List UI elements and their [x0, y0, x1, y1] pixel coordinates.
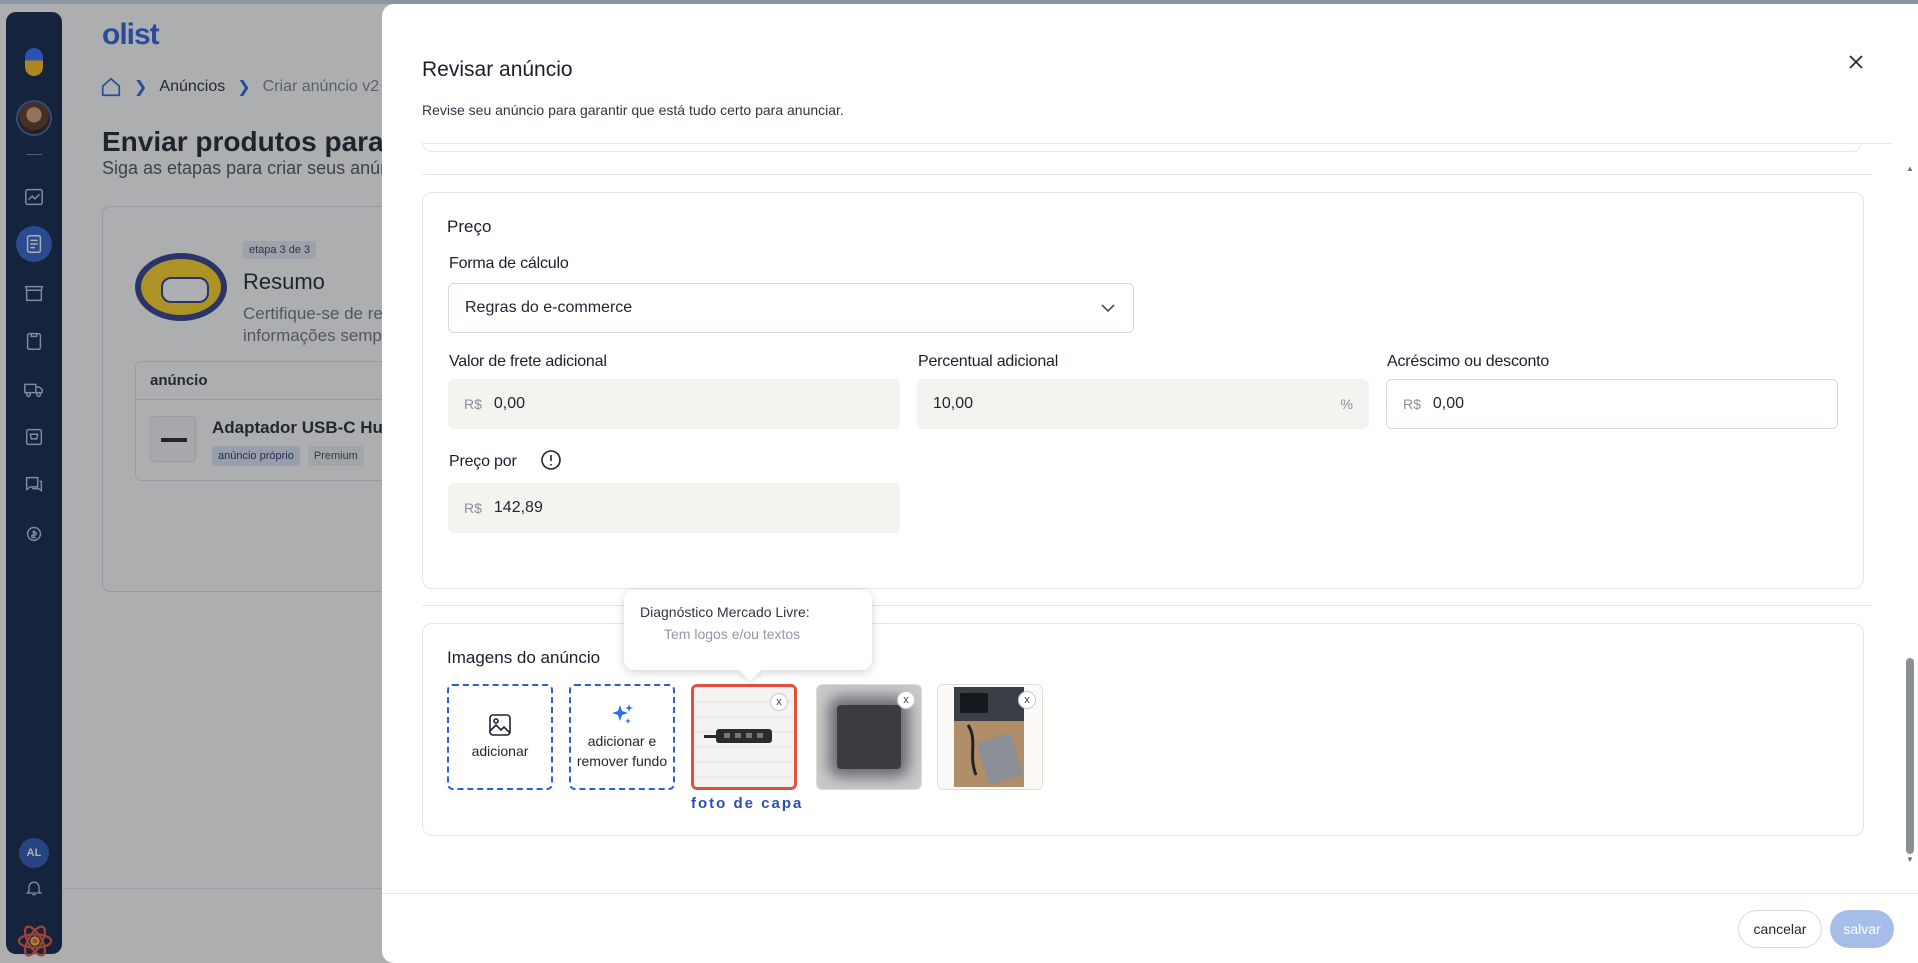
footer-divider [382, 893, 1918, 894]
percent-label: Percentual adicional [918, 353, 1059, 370]
calc-method-value: Regras do e-commerce [465, 299, 633, 316]
add-remove-background-button[interactable]: adicionar e remover fundo [569, 684, 675, 790]
review-listing-drawer: Revisar anúncio Revise seu anúncio para … [382, 4, 1918, 963]
percent-value: 10,00 [933, 395, 974, 412]
price-section: Preço Forma de cálculo Regras do e-comme… [422, 192, 1864, 589]
image-tile-2[interactable]: x [816, 684, 922, 790]
vertical-scrollbar[interactable]: ▲ ▼ [1905, 164, 1915, 864]
drawer-scroll-area[interactable]: Preço Forma de cálculo Regras do e-comme… [382, 144, 1918, 896]
freight-label: Valor de frete adicional [449, 353, 607, 370]
sparkles-icon [612, 704, 633, 724]
cover-photo-label: foto de capa [691, 795, 804, 812]
blurred-photo-object [837, 705, 901, 769]
add-remove-bg-line-1: adicionar e [587, 733, 657, 749]
scrollbar-thumb[interactable] [1906, 658, 1914, 854]
cancel-button[interactable]: cancelar [1738, 910, 1822, 948]
final-price-label: Preço por [449, 453, 517, 470]
freight-value: 0,00 [493, 395, 526, 412]
image-icon [489, 714, 511, 736]
info-icon[interactable] [540, 449, 562, 471]
tooltip-text: Tem logos e/ou textos [664, 626, 801, 642]
add-image-button[interactable]: adicionar [447, 684, 553, 790]
remove-image-button[interactable]: x [770, 693, 788, 711]
currency-prefix: R$ [1403, 396, 1421, 412]
remove-image-button[interactable]: x [897, 691, 915, 709]
ml-diagnostic-tooltip: Diagnóstico Mercado Livre: Tem logos e/o… [624, 590, 872, 670]
adjust-value: 0,00 [1432, 395, 1465, 412]
tooltip-title: Diagnóstico Mercado Livre: [640, 604, 810, 620]
previous-card-edge [422, 144, 1862, 152]
close-icon [1849, 55, 1863, 69]
adjust-input[interactable]: R$ 0,00 [1386, 379, 1838, 429]
add-image-label: adicionar [471, 743, 529, 759]
remove-image-button[interactable]: x [1018, 691, 1036, 709]
final-price-value: 142,89 [493, 499, 543, 516]
percent-input[interactable]: 10,00 % [917, 379, 1369, 429]
adjust-label: Acréscimo ou desconto [1387, 353, 1550, 370]
currency-prefix: R$ [464, 500, 482, 516]
image-tile-3[interactable]: x [937, 684, 1043, 790]
percent-suffix: % [1340, 396, 1353, 412]
close-button[interactable] [1842, 48, 1870, 76]
scroll-up-arrow[interactable]: ▲ [1906, 164, 1914, 173]
chevron-down-icon [1101, 304, 1115, 313]
cover-photo-tile[interactable]: x [691, 684, 797, 790]
currency-prefix: R$ [464, 396, 482, 412]
calc-method-label: Forma de cálculo [449, 255, 569, 272]
price-section-title: Preço [447, 217, 492, 236]
drawer-title: Revisar anúncio [422, 58, 573, 81]
scroll-down-arrow[interactable]: ▼ [1906, 855, 1914, 864]
images-section-title: Imagens do anúncio [447, 648, 601, 667]
add-remove-bg-line-2: remover fundo [576, 753, 668, 769]
section-divider [422, 174, 1872, 175]
calc-method-select[interactable]: Regras do e-commerce [448, 283, 1134, 333]
freight-input[interactable]: R$ 0,00 [448, 379, 900, 429]
images-section: Imagens do anúncio adicionar adicionar e… [422, 590, 1864, 836]
save-button[interactable]: salvar [1830, 910, 1894, 948]
drawer-subtitle: Revise seu anúncio para garantir que est… [422, 102, 844, 118]
final-price-input[interactable]: R$ 142,89 [448, 483, 900, 533]
